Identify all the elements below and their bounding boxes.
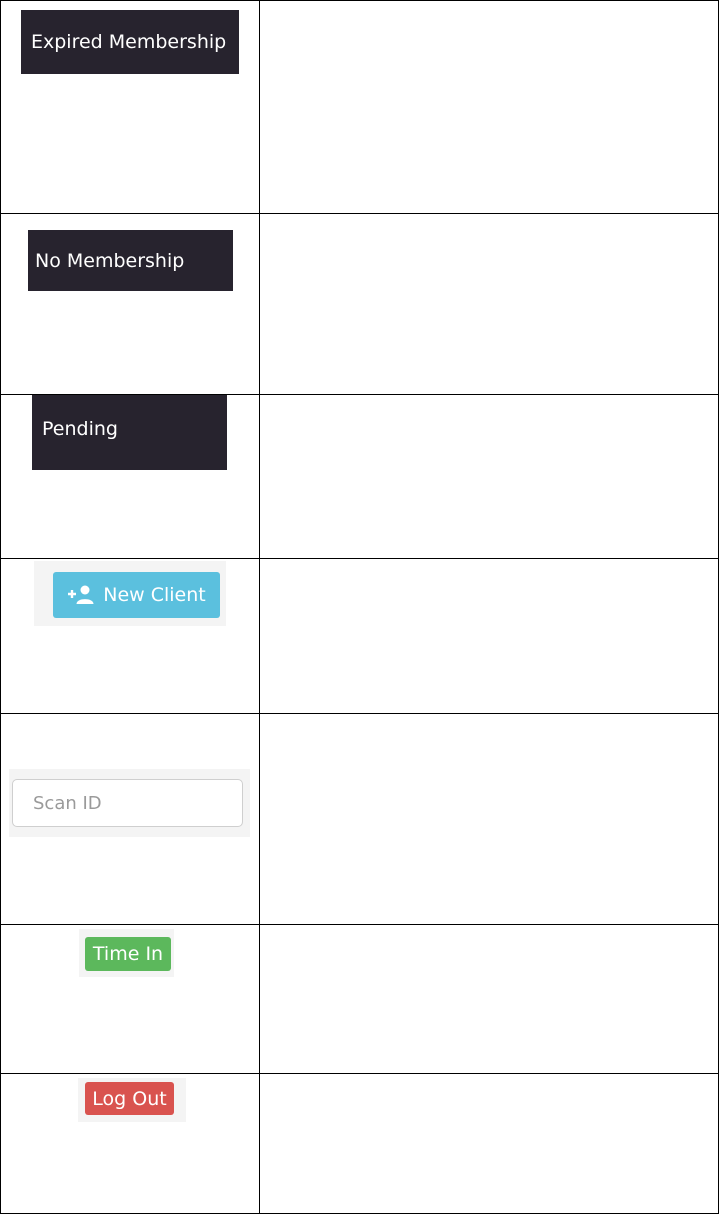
log-out-label: Log Out [92,1087,167,1110]
description-cell [259,394,719,559]
no-membership-badge: No Membership [28,230,233,291]
description-cell [259,0,719,214]
time-in-label: Time In [92,943,164,965]
table-row [0,713,719,925]
table-row: Time In [0,924,719,1074]
table-row: Log Out [0,1073,719,1214]
ui-sample-cell: Time In [0,924,261,1074]
ui-sample-cell [0,713,261,925]
add-user-icon [67,585,95,605]
table-row: New Client [0,558,719,714]
new-client-button[interactable]: New Client [53,572,220,618]
badge-label: Expired Membership [31,31,227,53]
pending-badge: Pending [32,395,227,470]
ui-sample-cell: No Membership [0,213,261,395]
page: Expired Membership No Membership Pending… [0,0,721,1216]
description-cell [259,558,719,714]
ui-sample-cell: Log Out [0,1073,261,1214]
ui-sample-cell: Pending [0,394,261,559]
table-row: Expired Membership [0,0,719,214]
description-cell [259,924,719,1074]
ui-legend-table: Expired Membership No Membership Pending… [0,0,719,1214]
ui-sample-cell: Expired Membership [0,0,261,214]
time-in-button[interactable]: Time In [85,937,171,971]
table-row: Pending [0,394,719,559]
description-cell [259,713,719,925]
scan-id-input[interactable] [12,779,243,827]
expired-membership-badge: Expired Membership [21,10,239,74]
log-out-button[interactable]: Log Out [85,1082,174,1115]
badge-label: No Membership [35,249,185,272]
new-client-label: New Client [103,584,206,606]
table-row: No Membership [0,213,719,395]
description-cell [259,213,719,395]
description-cell [259,1073,719,1214]
badge-label: Pending [42,417,118,440]
ui-sample-cell: New Client [0,558,261,714]
